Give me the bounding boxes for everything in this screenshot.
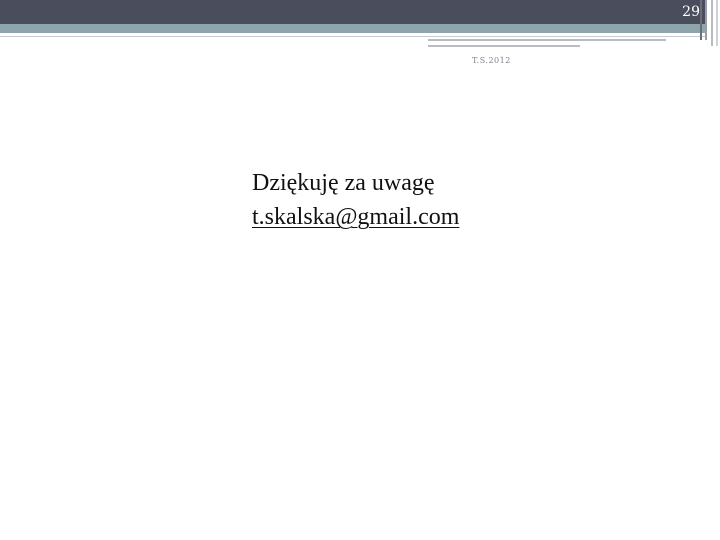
decorative-vertical-line <box>700 0 702 40</box>
header-dark-bar <box>0 0 705 24</box>
thanks-text: Dziękuję za uwagę <box>252 170 435 196</box>
slide-page-number: 29 <box>682 4 700 20</box>
decorative-vertical-line <box>711 0 713 46</box>
decorative-vertical-line <box>705 0 707 40</box>
presentation-slide: 29 T.S.2012 Dziękuję za uwagę t.skalska@… <box>0 0 720 540</box>
email-link[interactable]: t.skalska@gmail.com <box>252 204 459 230</box>
slide-footer-note: T.S.2012 <box>472 56 511 65</box>
header-teal-bar <box>0 24 705 33</box>
slide-content: Dziękuję za uwagę t.skalska@gmail.com <box>252 166 459 234</box>
header-divider-line <box>0 36 705 37</box>
header-accent-line <box>428 39 666 41</box>
decorative-vertical-line <box>716 0 718 46</box>
header-accent-line-secondary <box>428 45 580 47</box>
